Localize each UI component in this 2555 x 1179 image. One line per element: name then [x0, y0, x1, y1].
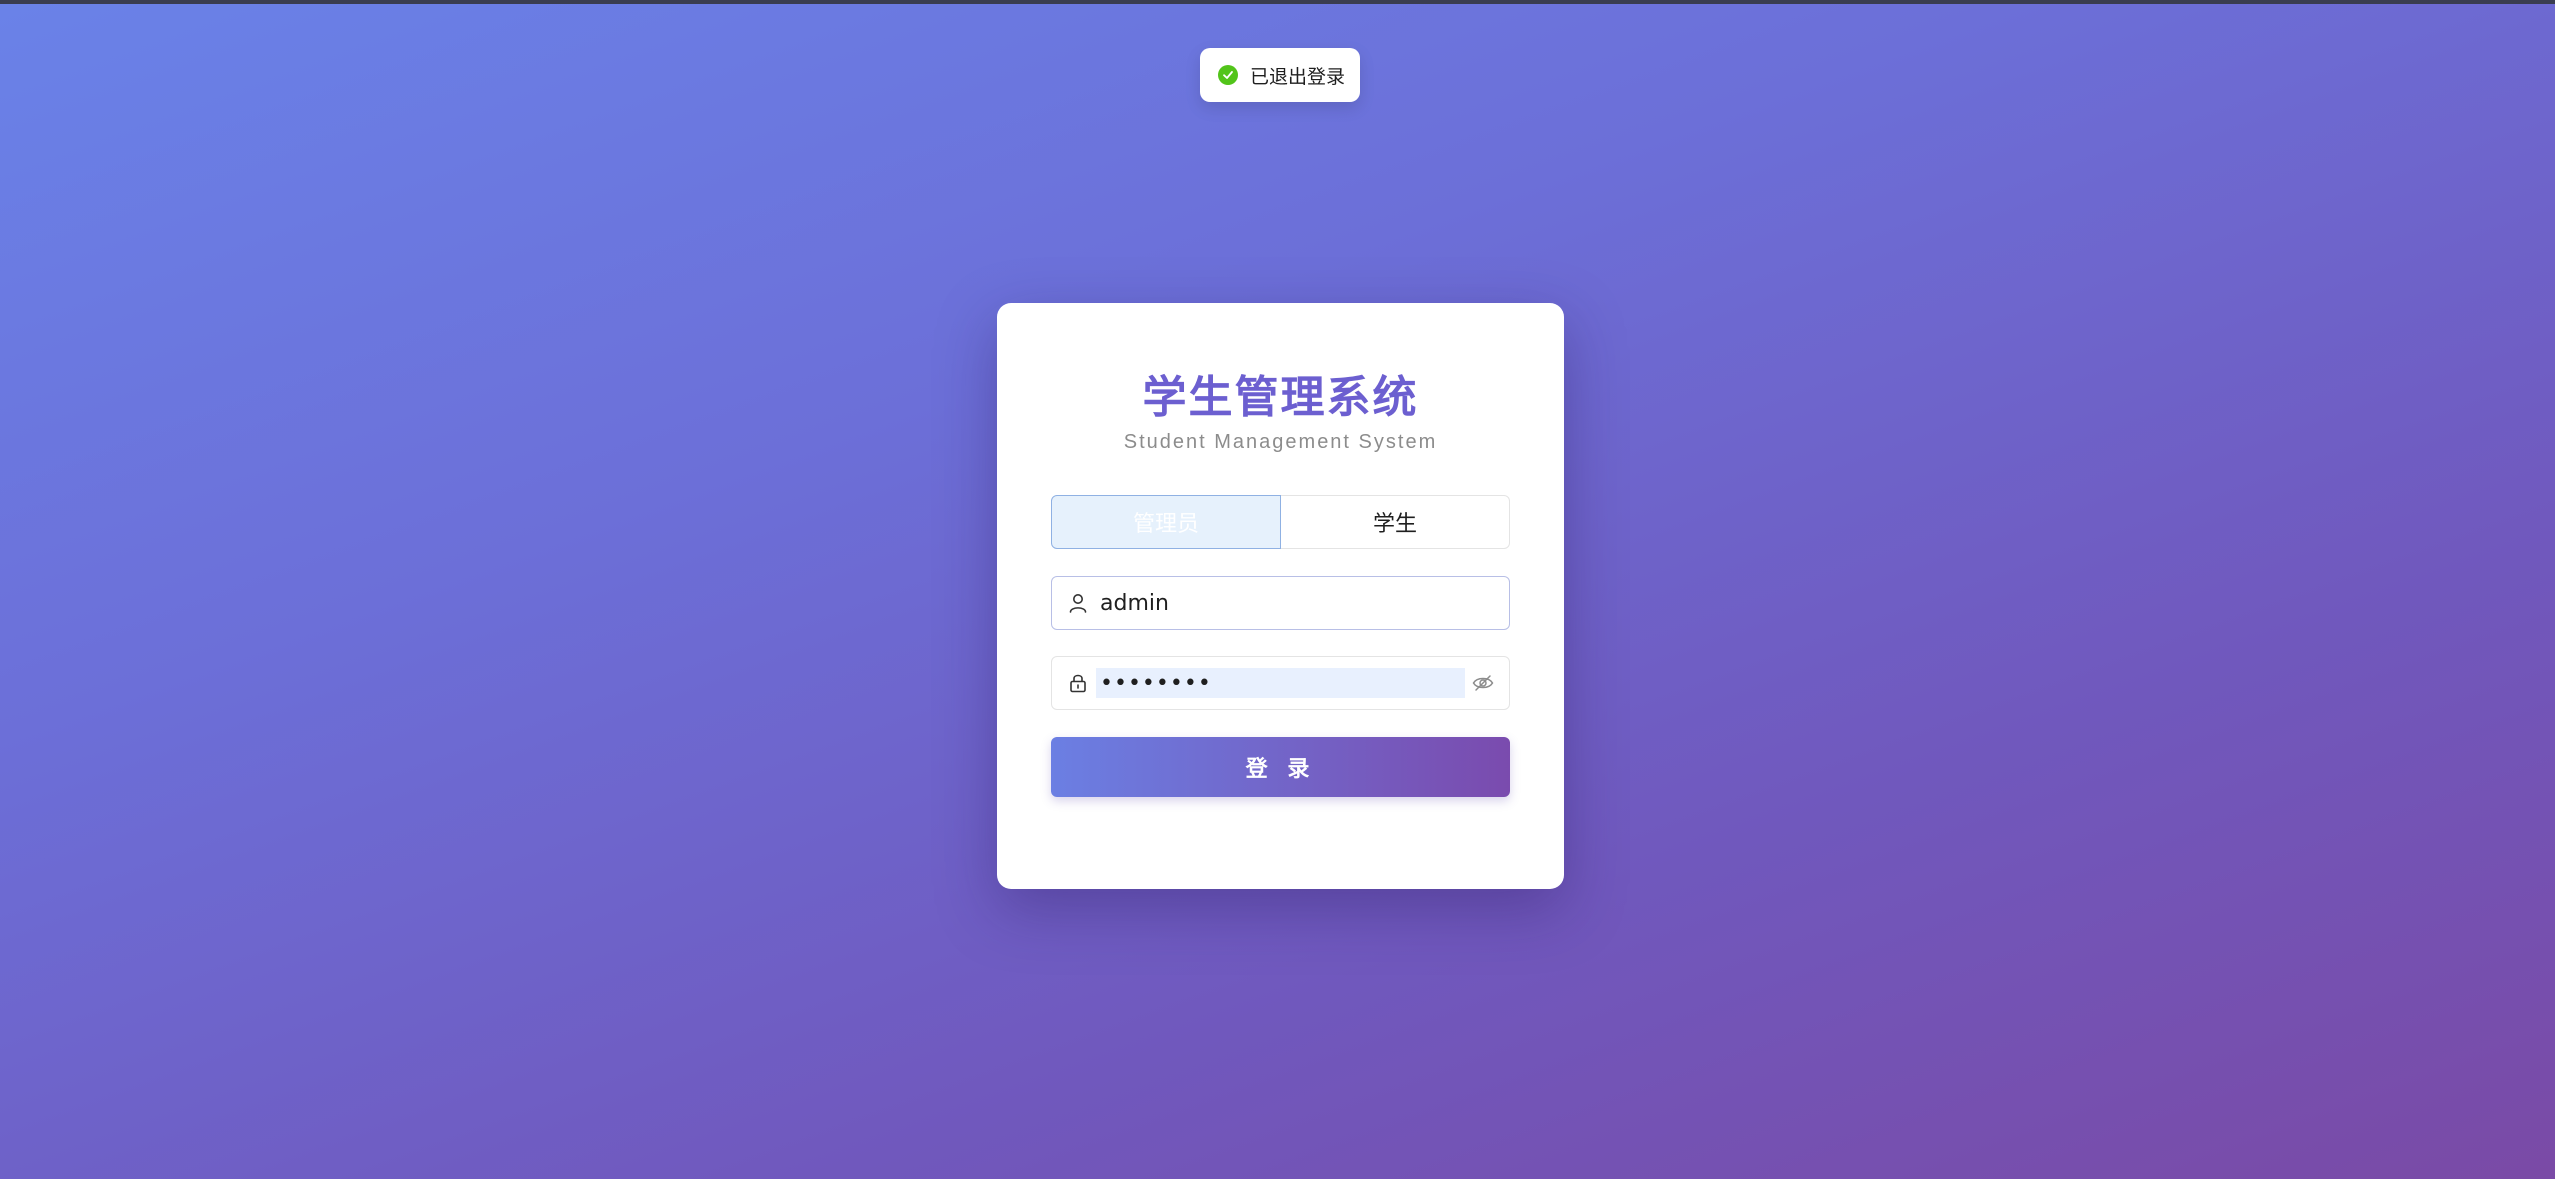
user-icon	[1068, 593, 1088, 613]
lock-icon	[1068, 673, 1088, 693]
check-circle-icon	[1218, 65, 1238, 85]
window-top-strip	[0, 0, 2555, 4]
toast-message: 已退出登录	[1250, 65, 1346, 88]
login-card: 学生管理系统 Student Management System 管理员 学生	[997, 303, 1564, 889]
system-subtitle: Student Management System	[1123, 431, 1438, 453]
role-admin-button[interactable]: 管理员	[1051, 495, 1281, 549]
toast-notification: 已退出登录	[1200, 48, 1360, 102]
password-field[interactable]	[1051, 656, 1510, 710]
role-student-button[interactable]: 学生	[1281, 495, 1510, 549]
system-title: 学生管理系统	[1142, 372, 1419, 423]
username-field[interactable]	[1051, 576, 1510, 630]
eye-off-icon[interactable]	[1471, 671, 1495, 695]
login-button[interactable]: 登 录	[1051, 737, 1510, 797]
password-input[interactable]	[1096, 668, 1465, 698]
role-selector: 管理员 学生	[1051, 495, 1510, 549]
username-input[interactable]	[1096, 588, 1495, 618]
